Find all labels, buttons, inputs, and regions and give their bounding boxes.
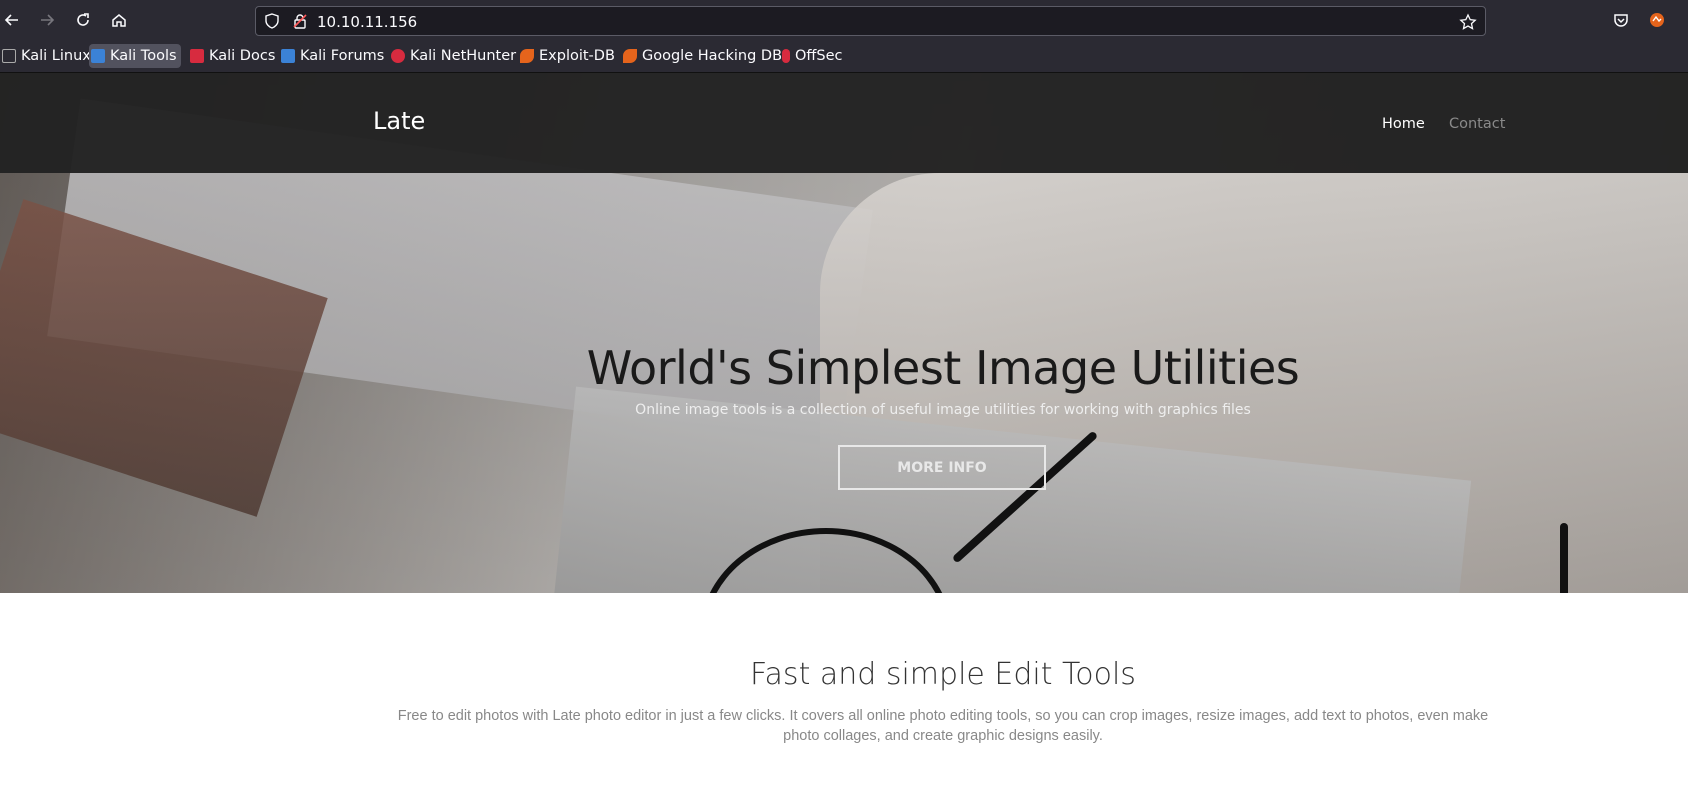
reload-button[interactable] bbox=[71, 8, 95, 32]
ghdb-icon bbox=[623, 49, 637, 63]
home-button[interactable] bbox=[107, 8, 131, 32]
section-text: Free to edit photos with Late photo edit… bbox=[397, 708, 1489, 744]
bookmark-label: OffSec bbox=[795, 48, 843, 64]
hero-subtitle: Online image tools is a collection of us… bbox=[635, 402, 1251, 418]
url-bar[interactable]: 10.10.11.156 bbox=[255, 6, 1486, 36]
kali-docs-icon bbox=[190, 49, 204, 63]
kali-dragon-icon bbox=[2, 49, 16, 63]
nav-contact-link[interactable]: Contact bbox=[1449, 116, 1505, 132]
browser-toolbar: 10.10.11.156 bbox=[0, 0, 1688, 40]
insecure-lock-icon bbox=[293, 14, 307, 29]
shield-icon bbox=[265, 13, 279, 29]
bookmark-label: Exploit-DB bbox=[539, 48, 615, 64]
kali-forums-icon bbox=[281, 49, 295, 63]
bookmark-label: Google Hacking DB bbox=[642, 48, 783, 64]
forward-arrow-icon bbox=[41, 14, 55, 26]
back-arrow-icon bbox=[4, 14, 18, 26]
bookmark-kali-nethunter[interactable]: Kali NetHunter bbox=[389, 44, 516, 68]
home-icon bbox=[112, 14, 126, 27]
bookmark-exploit-db[interactable]: Exploit-DB bbox=[518, 44, 615, 68]
reload-icon bbox=[77, 13, 89, 26]
bookmark-label: Kali Linux bbox=[21, 48, 91, 64]
pocket-icon bbox=[1614, 14, 1628, 27]
bookmark-kali-forums[interactable]: Kali Forums bbox=[279, 44, 384, 68]
hero-title: World's Simplest Image Utilities bbox=[586, 341, 1300, 395]
bookmark-label: Kali Docs bbox=[209, 48, 276, 64]
offsec-icon bbox=[782, 49, 790, 63]
bookmark-star-icon[interactable] bbox=[1459, 13, 1477, 31]
site-brand[interactable]: Late bbox=[373, 107, 425, 135]
url-text: 10.10.11.156 bbox=[317, 13, 418, 31]
exploit-db-icon bbox=[520, 49, 534, 63]
extensions-button[interactable] bbox=[1645, 8, 1669, 32]
hero-background-glasses-temple bbox=[1560, 523, 1568, 593]
forward-button[interactable] bbox=[35, 8, 59, 32]
extension-icon bbox=[1650, 13, 1664, 27]
bookmark-label: Kali NetHunter bbox=[410, 48, 517, 64]
bookmark-kali-docs[interactable]: Kali Docs bbox=[188, 44, 275, 68]
bookmark-kali-linux[interactable]: Kali Linux bbox=[0, 44, 91, 68]
kali-nethunter-icon bbox=[391, 49, 405, 63]
bookmark-label: Kali Tools bbox=[110, 48, 177, 64]
bookmark-label: Kali Forums bbox=[300, 48, 385, 64]
back-button[interactable] bbox=[0, 8, 24, 32]
nav-home-link[interactable]: Home bbox=[1382, 116, 1425, 132]
site-navbar: Late Home Contact bbox=[0, 73, 1688, 173]
bookmark-offsec[interactable]: OffSec bbox=[780, 44, 843, 68]
bookmark-kali-tools[interactable]: Kali Tools bbox=[89, 44, 181, 68]
bookmarks-toolbar: Kali Linux Kali Tools Kali Docs Kali For… bbox=[0, 40, 1688, 73]
web-page: World's Simplest Image Utilities Online … bbox=[0, 73, 1688, 792]
kali-tools-icon bbox=[91, 49, 105, 63]
more-info-button[interactable]: MORE INFO bbox=[838, 445, 1046, 490]
pocket-button[interactable] bbox=[1609, 8, 1633, 32]
bookmark-google-hacking-db[interactable]: Google Hacking DB bbox=[621, 44, 782, 68]
section-title: Fast and simple Edit Tools bbox=[750, 657, 1136, 692]
